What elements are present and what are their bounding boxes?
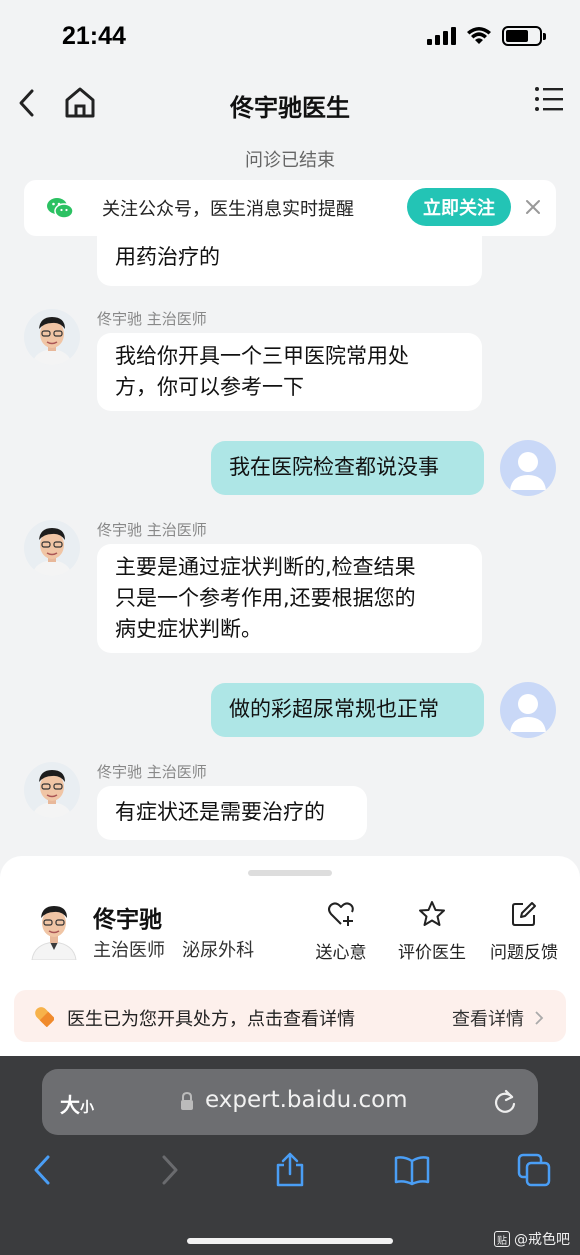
user-message-bubble: 做的彩超尿常规也正常 bbox=[211, 683, 484, 737]
message-text: 我在医院检查都说没事 bbox=[229, 455, 439, 479]
view-details-label: 查看详情 bbox=[452, 1009, 524, 1030]
heart-plus-icon bbox=[328, 902, 354, 926]
browser-forward-icon[interactable] bbox=[152, 1152, 188, 1188]
lock-icon bbox=[181, 1091, 193, 1110]
watermark: 贴 @戒色吧 bbox=[494, 1229, 570, 1249]
watermark-text: @戒色吧 bbox=[514, 1232, 570, 1248]
doctor-avatar[interactable] bbox=[24, 762, 80, 818]
doctor-name: 佟宇驰 bbox=[93, 907, 162, 933]
doctor-department: 泌尿外科 bbox=[182, 940, 255, 961]
status-bar: 21:44 bbox=[0, 0, 580, 70]
doctor-message-bubble: 主要是通过症状判断的,检查结果 只是一个参考作用,还要根据您的 病史症状判断。 bbox=[97, 544, 482, 653]
feedback-button[interactable]: 问题反馈 bbox=[479, 900, 569, 963]
text-size-button[interactable]: 大小 bbox=[60, 1089, 94, 1118]
view-details-link[interactable]: 查看详情 bbox=[452, 1005, 544, 1031]
doctor-title-department: 主治医师 泌尿外科 bbox=[93, 936, 254, 962]
user-message-bubble: 我在医院检查都说没事 bbox=[211, 441, 484, 495]
doctor-avatar[interactable] bbox=[24, 309, 80, 365]
home-icon[interactable] bbox=[62, 84, 98, 120]
doctor-title: 主治医师 bbox=[93, 940, 165, 961]
user-avatar[interactable] bbox=[500, 682, 556, 738]
doctor-message-bubble: 用药治疗的 bbox=[97, 236, 482, 286]
wechat-icon bbox=[47, 198, 74, 219]
doctor-label: 佟宇驰 主治医师 bbox=[97, 763, 207, 781]
follow-now-button[interactable]: 立即关注 bbox=[407, 188, 511, 226]
doctor-label: 佟宇驰 主治医师 bbox=[97, 310, 207, 328]
wifi-icon bbox=[467, 27, 491, 44]
url-text: expert.baidu.com bbox=[205, 1087, 408, 1113]
share-icon[interactable] bbox=[272, 1152, 308, 1188]
consultation-status: 问诊已结束 bbox=[245, 150, 335, 171]
prescription-notice-text: 医生已为您开具处方，点击查看详情 bbox=[67, 1009, 355, 1030]
rate-doctor-button[interactable]: 评价医生 bbox=[387, 900, 477, 963]
message-text-line: 我给你开具一个三甲医院常用处 bbox=[115, 344, 409, 368]
doctor-message-bubble: 我给你开具一个三甲医院常用处 方，你可以参考一下 bbox=[97, 333, 482, 411]
menu-list-icon[interactable] bbox=[534, 84, 564, 114]
pill-icon bbox=[35, 1007, 54, 1027]
navigation-bar: 佟宇驰医生 bbox=[0, 70, 580, 136]
browser-back-icon[interactable] bbox=[24, 1152, 60, 1188]
status-time: 21:44 bbox=[62, 22, 126, 50]
address-bar[interactable]: 大小 expert.baidu.com bbox=[42, 1069, 538, 1135]
doctor-avatar[interactable] bbox=[24, 520, 80, 576]
close-icon[interactable] bbox=[524, 198, 542, 216]
tabs-icon[interactable] bbox=[516, 1152, 552, 1188]
browser-toolbar: 大小 expert.baidu.com 贴 @戒色吧 bbox=[0, 1056, 580, 1255]
action-label: 送心意 bbox=[315, 943, 367, 963]
message-text-line: 病史症状判断。 bbox=[115, 617, 262, 641]
edit-icon bbox=[512, 902, 536, 926]
watermark-badge: 贴 bbox=[494, 1231, 510, 1247]
action-label: 问题反馈 bbox=[490, 943, 558, 963]
doctor-photo[interactable] bbox=[28, 900, 80, 960]
action-label: 评价医生 bbox=[398, 943, 466, 963]
send-gift-button[interactable]: 送心意 bbox=[296, 900, 386, 963]
chat-message-list[interactable]: 用药治疗的 佟宇驰 主治医师 我给你开具一个三甲医院常用处 方，你可以参考一下 … bbox=[0, 236, 580, 856]
message-text-line: 主要是通过症状判断的,检查结果 bbox=[115, 555, 416, 579]
bookmarks-icon[interactable] bbox=[394, 1152, 430, 1188]
home-indicator[interactable] bbox=[187, 1238, 393, 1244]
follow-official-account-banner: 关注公众号，医生消息实时提醒 立即关注 bbox=[24, 180, 556, 236]
message-text-line: 方，你可以参考一下 bbox=[115, 375, 304, 399]
cellular-signal-icon bbox=[427, 27, 456, 45]
reload-icon[interactable] bbox=[492, 1088, 518, 1116]
message-text: 做的彩超尿常规也正常 bbox=[229, 697, 439, 721]
doctor-info-panel: 佟宇驰 主治医师 泌尿外科 送心意 评价医生 问题反馈 医生已为您开具处方，点击… bbox=[0, 856, 580, 1056]
message-text: 用药治疗的 bbox=[115, 245, 220, 269]
star-icon bbox=[419, 901, 445, 926]
doctor-message-bubble: 有症状还是需要治疗的 bbox=[97, 786, 367, 840]
drag-handle[interactable] bbox=[248, 870, 332, 876]
back-chevron-icon[interactable] bbox=[14, 86, 40, 120]
battery-icon bbox=[502, 26, 546, 46]
prescription-notice-bar[interactable]: 医生已为您开具处方，点击查看详情 查看详情 bbox=[14, 990, 566, 1042]
user-avatar[interactable] bbox=[500, 440, 556, 496]
status-icons bbox=[427, 26, 546, 46]
chevron-right-icon bbox=[535, 1011, 544, 1025]
message-text-line: 只是一个参考作用,还要根据您的 bbox=[115, 586, 416, 610]
message-text-line: 有症状还是需要治疗的 bbox=[115, 800, 325, 824]
doctor-label: 佟宇驰 主治医师 bbox=[97, 521, 207, 539]
follow-banner-text: 关注公众号，医生消息实时提醒 bbox=[102, 199, 354, 220]
